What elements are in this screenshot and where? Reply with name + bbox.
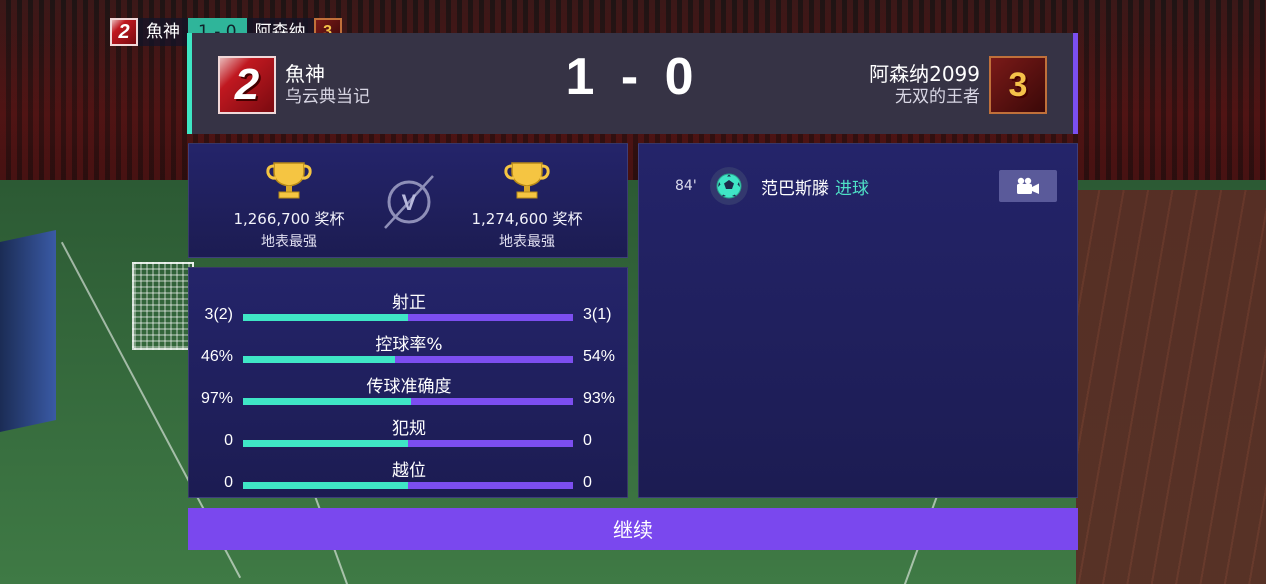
match-stats-panel: 射正 3(2) 3(1) 控球率% 46% 54% 传球准确度 97% 93% … — [188, 267, 628, 498]
away-team-name: 阿森纳2099 — [869, 62, 980, 86]
home-trophy-count: 1,266,700 奖杯 — [233, 210, 345, 228]
stat-bar-home-fill — [243, 356, 395, 363]
stat-row-offsides: 越位 0 0 — [189, 456, 629, 496]
event-minute: 84' — [675, 178, 697, 194]
stat-bar-home-fill — [243, 398, 412, 405]
stat-home-value: 0 — [224, 474, 233, 491]
stat-away-value: 0 — [583, 474, 592, 491]
away-rank-badge: 3 — [989, 56, 1047, 114]
stat-bar — [243, 314, 573, 321]
replay-video-button[interactable] — [999, 170, 1057, 202]
home-trophies: 1,266,700 奖杯 地表最强 — [189, 160, 389, 251]
trophy-icon — [504, 162, 550, 199]
home-name-small: 魚神 — [138, 18, 188, 46]
stat-home-value: 3(2) — [204, 306, 233, 323]
stat-bar — [243, 440, 573, 447]
stat-label: 犯规 — [392, 419, 426, 439]
goal-net — [132, 262, 194, 350]
stat-row-possession: 控球率% 46% 54% — [189, 330, 629, 370]
stat-label: 越位 — [392, 461, 426, 481]
running-track — [1076, 190, 1266, 584]
stat-home-value: 0 — [224, 432, 233, 449]
soccer-ball-icon — [710, 167, 748, 205]
stat-bar — [243, 398, 573, 405]
away-rank: 3 — [1008, 65, 1028, 104]
away-trophy-rank: 地表最强 — [499, 234, 555, 250]
stat-label: 传球准确度 — [366, 377, 452, 397]
continue-button[interactable]: 继续 — [188, 508, 1078, 550]
match-header: 2 魚神 乌云典当记 1 - 0 阿森纳2099 无双的王者 3 — [187, 33, 1078, 134]
away-trophy-count: 1,274,600 奖杯 — [471, 210, 583, 228]
stat-home-value: 46% — [201, 348, 234, 365]
home-trophy-rank: 地表最强 — [261, 234, 317, 250]
stat-row-fouls: 犯规 0 0 — [189, 414, 629, 454]
stat-home-value: 97% — [201, 390, 234, 407]
home-rank-badge-small: 2 — [110, 18, 138, 46]
stat-row-shots-on-target: 射正 3(2) 3(1) — [189, 288, 629, 328]
stat-bar-home-fill — [243, 482, 408, 489]
video-camera-icon — [1017, 177, 1039, 194]
stat-row-pass-accuracy: 传球准确度 97% 93% — [189, 372, 629, 412]
event-player: 范巴斯滕 — [761, 178, 829, 199]
away-team: 阿森纳2099 无双的王者 3 — [869, 56, 1047, 114]
home-rank-small: 2 — [118, 20, 130, 43]
stat-label: 射正 — [392, 293, 426, 313]
away-trophies: 1,274,600 奖杯 地表最强 — [427, 160, 627, 251]
stat-away-value: 54% — [583, 348, 616, 365]
stat-label: 控球率% — [375, 335, 443, 355]
stat-away-value: 93% — [583, 390, 616, 407]
stat-away-value: 3(1) — [583, 306, 612, 323]
side-stand — [0, 230, 56, 432]
stat-bar-home-fill — [243, 440, 408, 447]
match-events-panel: 84' 范巴斯滕 进球 — [638, 143, 1078, 498]
event-type: 进球 — [835, 178, 869, 199]
stat-bar-home-fill — [243, 314, 408, 321]
trophy-panel: 1,266,700 奖杯 地表最强 V 1,274,600 奖杯 地表最强 — [188, 143, 628, 258]
vs-label: V — [402, 190, 417, 215]
trophy-icon — [266, 162, 312, 199]
stat-bar — [243, 356, 573, 363]
stat-bar — [243, 482, 573, 489]
stat-away-value: 0 — [583, 432, 592, 449]
away-team-subtitle: 无双的王者 — [895, 87, 980, 107]
